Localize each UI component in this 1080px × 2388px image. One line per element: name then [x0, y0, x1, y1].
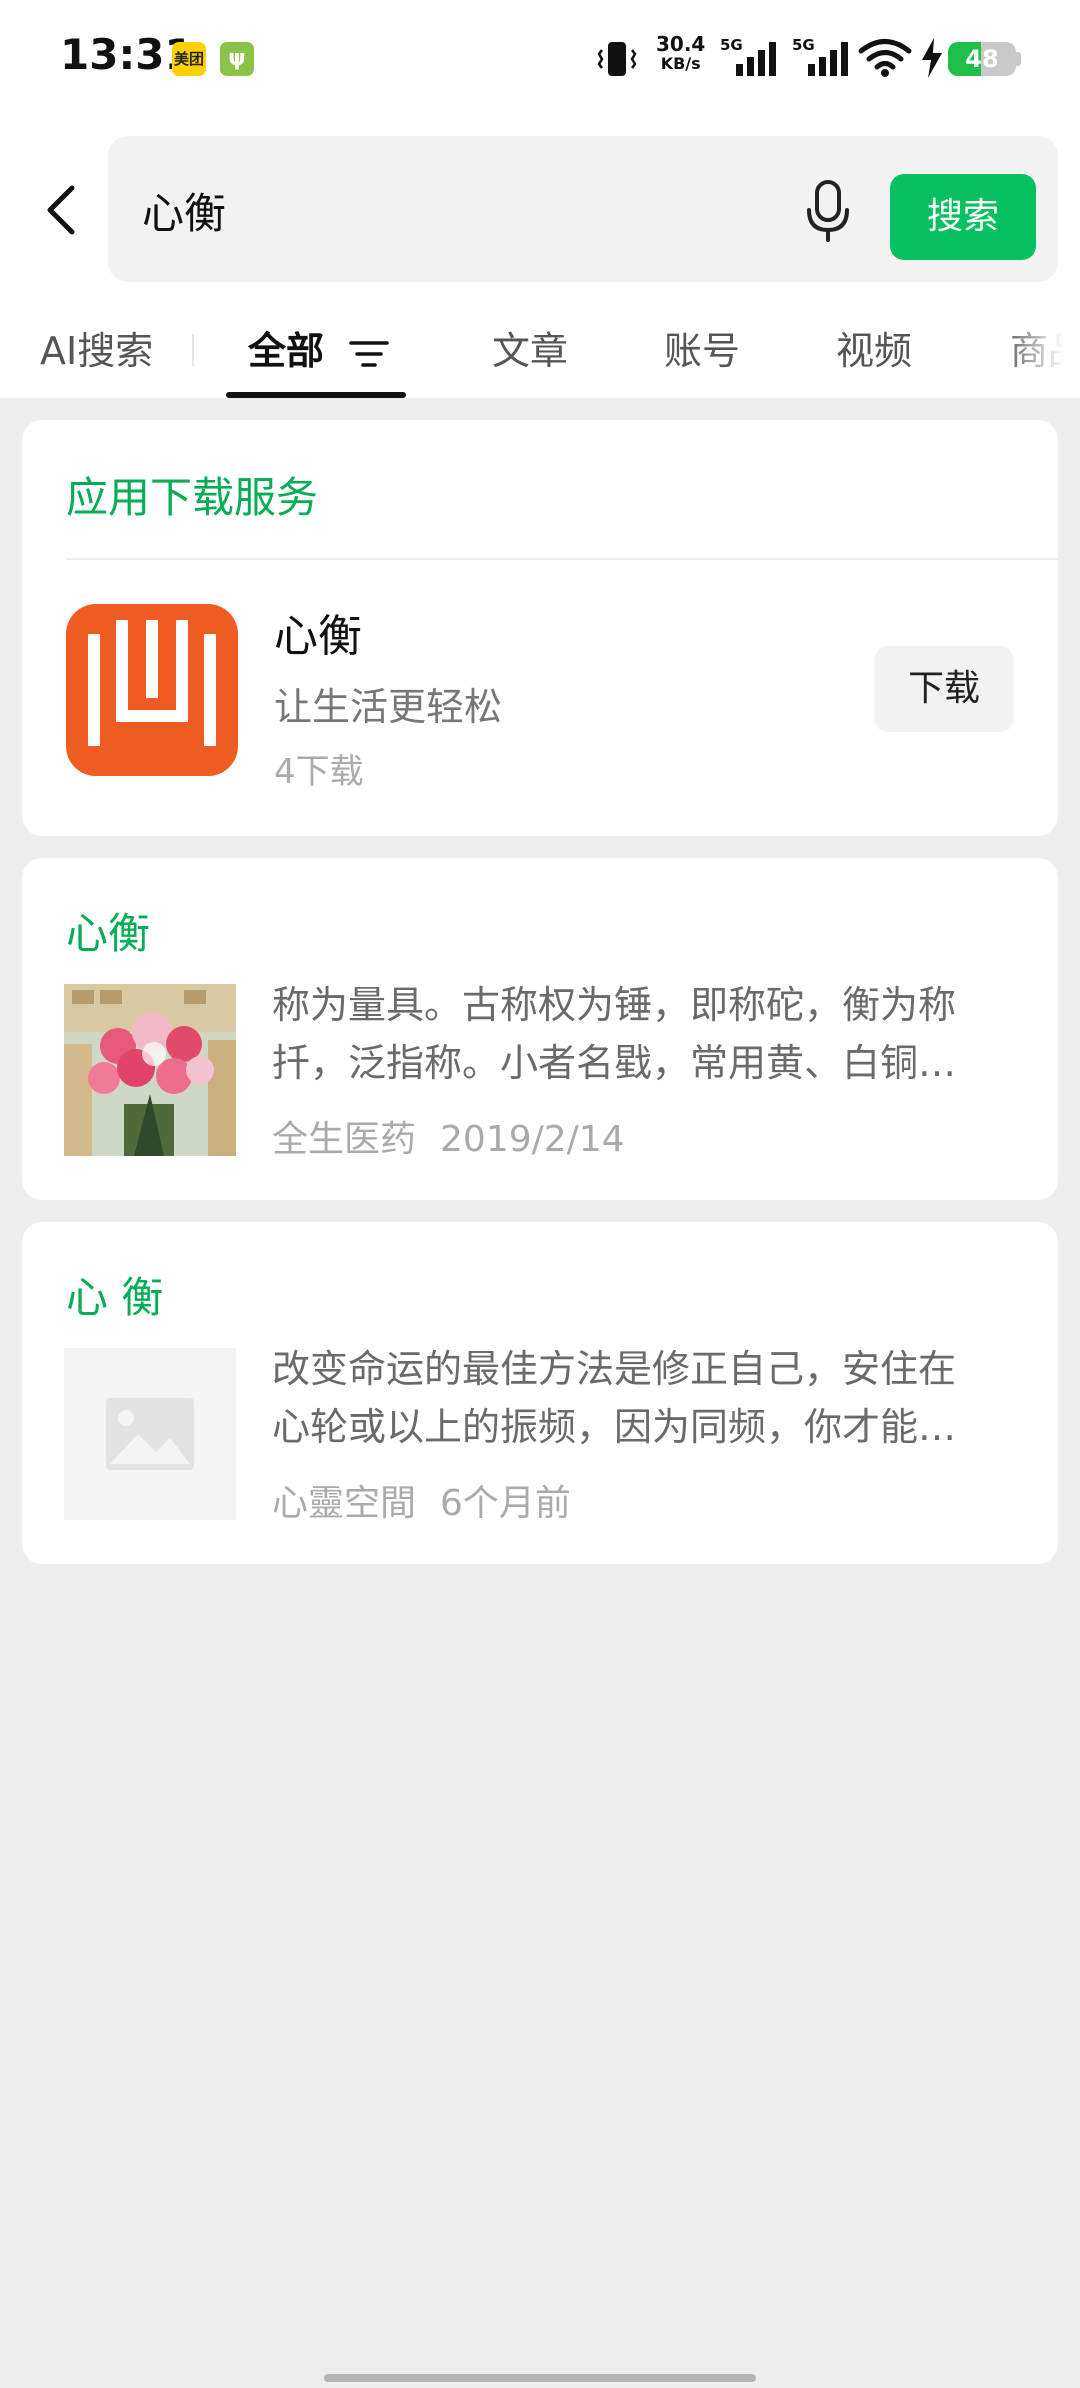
battery-icon: 48 [948, 42, 1016, 76]
usb-icon: ψ [220, 42, 254, 76]
tab-articles[interactable]: 文章 [492, 320, 568, 375]
article-date: 6个月前 [440, 1483, 571, 1524]
download-count: 4下载 [274, 752, 364, 792]
network-speed: 30.4 KB/s [656, 34, 705, 74]
snippet-line-1: 称为量具。古称权为锤，即称砣，衡为称 [272, 983, 957, 1027]
snippet-line-1: 改变命运的最佳方法是修正自己，安住在 [272, 1347, 957, 1391]
article-source: 全生医药 [272, 1119, 417, 1160]
network-speed-unit: KB/s [660, 54, 701, 73]
signal-icon: 5G [720, 36, 784, 78]
search-input[interactable]: 心衡 搜索 [108, 136, 1058, 282]
app-name[interactable]: 心衡 [274, 600, 362, 664]
signal-icon-2: 5G [792, 36, 856, 78]
divider [66, 558, 1058, 560]
tab-accounts[interactable]: 账号 [664, 320, 740, 375]
network-speed-value: 30.4 [656, 32, 706, 56]
search-tabs: AI搜索 全部 文章 账号 视频 商品 [0, 298, 1080, 398]
back-arrow-icon[interactable] [30, 170, 90, 250]
app-download-card: 应用下载服务 心衡 让生活更轻松 4下载 下载 [22, 420, 1058, 836]
snippet-line-2: 心轮或以上的振频，因为同频，你才能… [272, 1405, 957, 1449]
battery-tip [1016, 52, 1021, 66]
tabs-fade-overlay [1000, 298, 1080, 398]
microphone-icon[interactable] [798, 174, 858, 246]
article-result-card[interactable]: 心衡 称为量具。古称权为锤，即称砣，衡为称 扦，泛指称。小者名戥，常用黄、白铜…… [22, 858, 1058, 1200]
app-download-section-title[interactable]: 应用下载服务 [66, 464, 318, 525]
article-thumbnail[interactable] [64, 984, 236, 1156]
home-indicator[interactable] [324, 2374, 756, 2382]
status-bar: 13:31 美团 ψ 30.4 KB/s 5G 5G 48 [0, 0, 1080, 118]
search-header: 心衡 搜索 AI搜索 全部 文章 账号 视频 商品 [0, 118, 1080, 398]
vibrate-icon [597, 42, 637, 76]
filter-icon[interactable] [348, 338, 390, 370]
tab-videos[interactable]: 视频 [836, 320, 912, 375]
battery-level: 48 [965, 45, 999, 73]
article-snippet-2: 改变命运的最佳方法是修正自己，安住在 心轮或以上的振频，因为同频，你才能… [272, 1340, 1024, 1456]
article-snippet: 称为量具。古称权为锤，即称砣，衡为称 扦，泛指称。小者名戥，常用黄、白铜… [272, 976, 1024, 1092]
article-meta-2: 心靈空間 6个月前 [272, 1474, 571, 1526]
search-button[interactable]: 搜索 [890, 174, 1036, 260]
search-query[interactable]: 心衡 [142, 180, 226, 241]
article-date: 2019/2/14 [440, 1119, 625, 1160]
tab-all[interactable]: 全部 [248, 320, 324, 375]
tab-ai-search[interactable]: AI搜索 [40, 320, 153, 375]
article-source: 心靈空間 [272, 1483, 417, 1524]
app-logo-icon[interactable] [66, 604, 238, 776]
app-description: 让生活更轻松 [274, 685, 503, 729]
charging-icon [922, 38, 942, 78]
tab-divider [192, 334, 194, 366]
image-placeholder-icon[interactable] [64, 1348, 236, 1520]
article-title[interactable]: 心衡 [66, 900, 150, 961]
meituan-app-icon: 美团 [172, 42, 206, 76]
article-meta: 全生医药 2019/2/14 [272, 1110, 625, 1162]
wifi-icon [858, 39, 912, 77]
download-button[interactable]: 下载 [874, 646, 1014, 732]
snippet-line-2: 扦，泛指称。小者名戥，常用黄、白铜… [272, 1041, 957, 1085]
article-title-2[interactable]: 心 衡 [66, 1264, 163, 1325]
active-tab-indicator [226, 392, 406, 398]
article-result-card-2[interactable]: 心 衡 改变命运的最佳方法是修正自己，安住在 心轮或以上的振频，因为同频，你才能… [22, 1222, 1058, 1564]
